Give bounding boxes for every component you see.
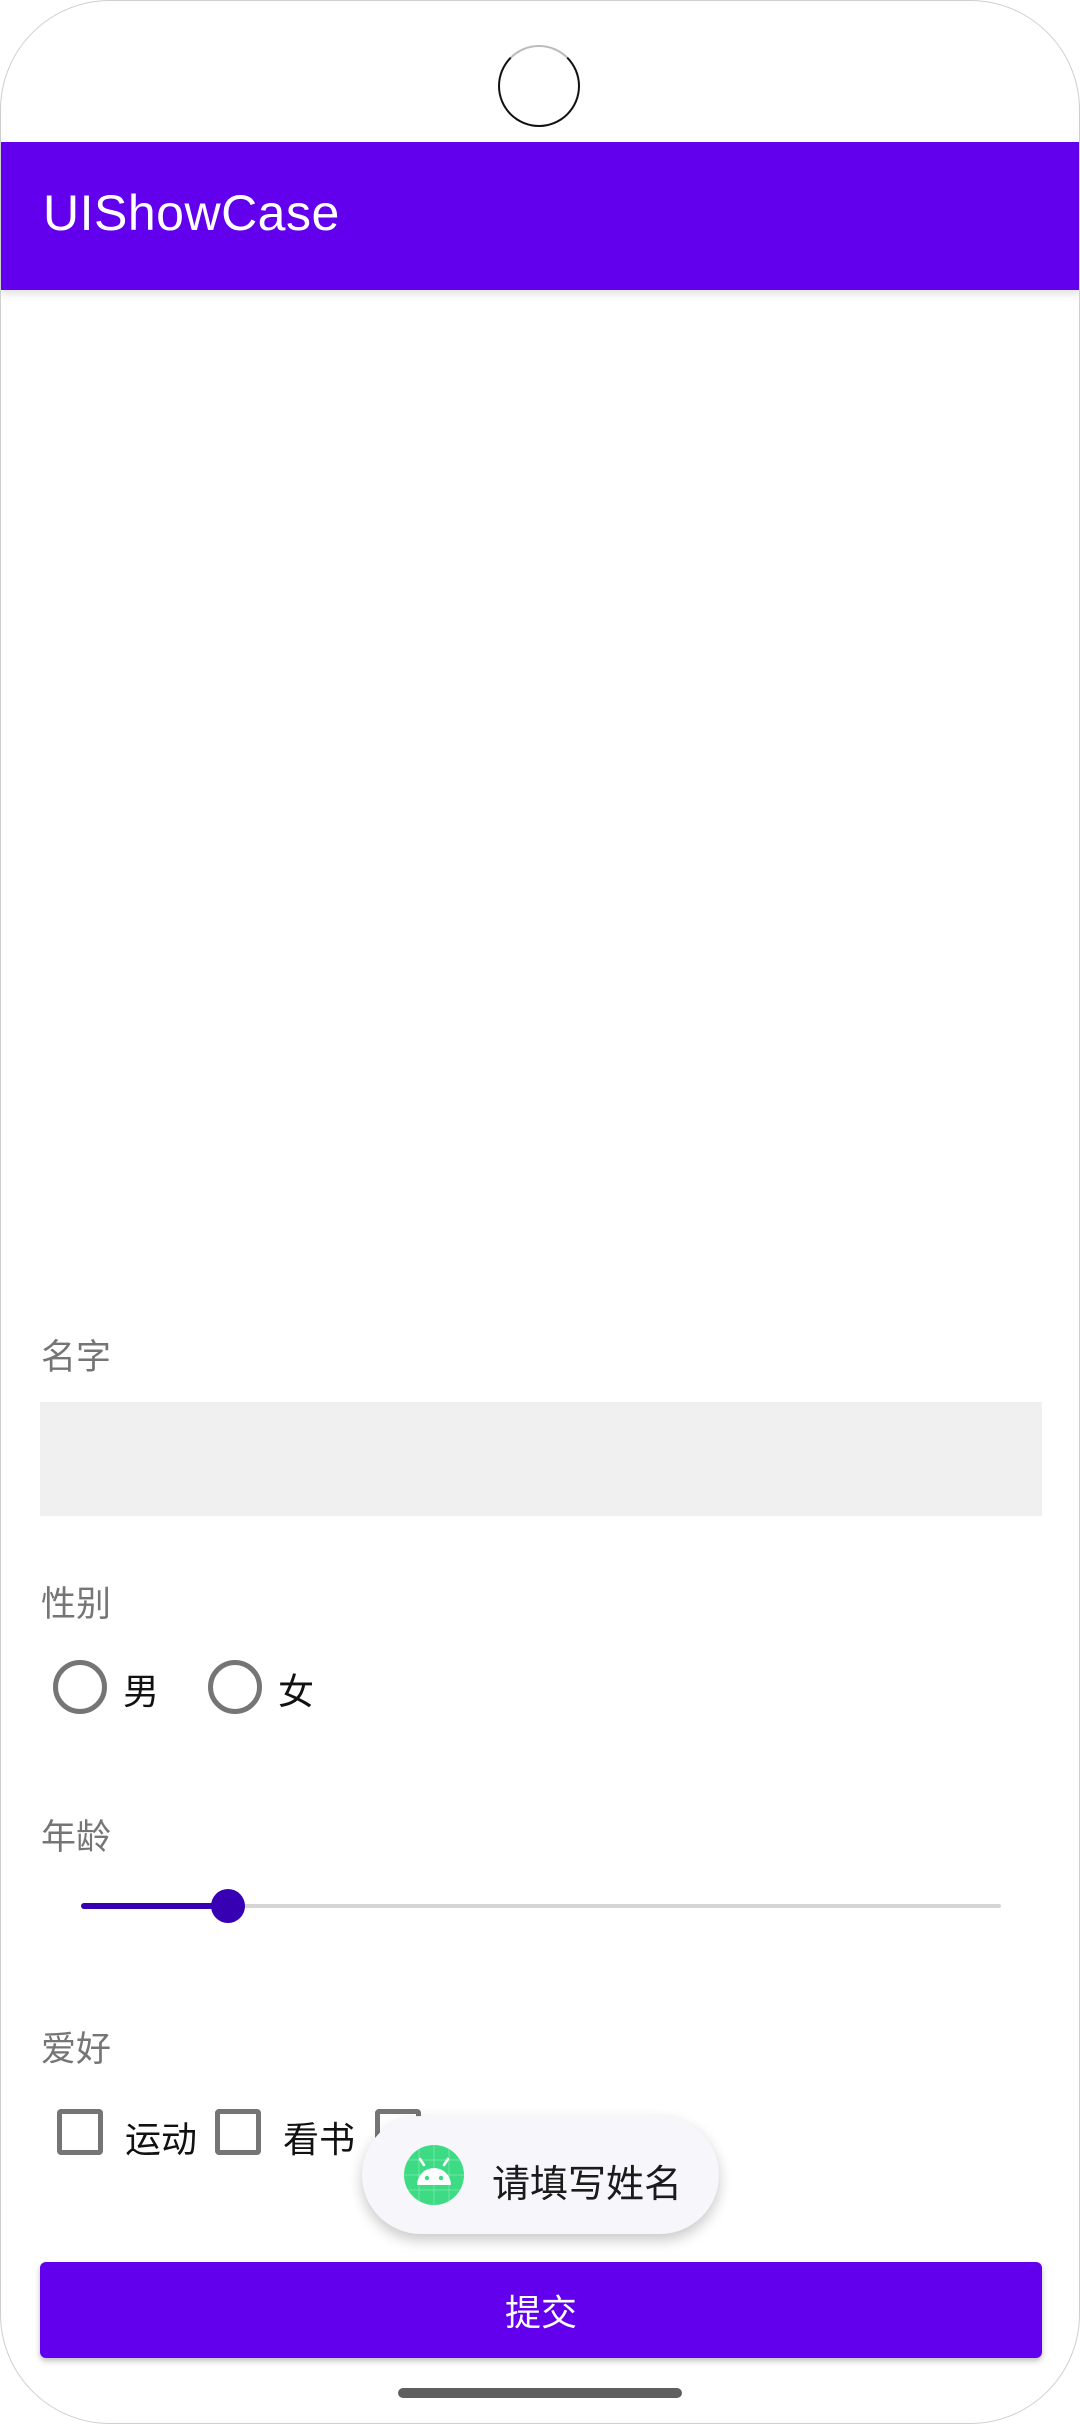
radio-circle-icon bbox=[53, 1660, 107, 1714]
name-label: 名字 bbox=[41, 1338, 112, 1378]
submit-button[interactable]: 提交 bbox=[40, 2262, 1042, 2358]
phone-frame: UIShowCase 名字 性别 男 女 年龄 爱好 运动 看书 请填写姓名 提… bbox=[0, 0, 1080, 2424]
app-bar: UIShowCase bbox=[1, 142, 1079, 290]
toast: 请填写姓名 bbox=[362, 2116, 719, 2234]
checkbox-box-icon bbox=[57, 2109, 103, 2155]
slider-thumb[interactable] bbox=[211, 1889, 246, 1923]
gender-label: 性别 bbox=[41, 1585, 112, 1625]
android-icon bbox=[404, 2145, 464, 2205]
radio-female-label: 女 bbox=[278, 1672, 315, 1713]
radio-male-label: 男 bbox=[123, 1672, 160, 1713]
checkbox-box-icon bbox=[215, 2109, 261, 2155]
hobby-label: 爱好 bbox=[41, 2030, 112, 2070]
name-input[interactable] bbox=[40, 1402, 1042, 1516]
checkbox-sports-label: 运动 bbox=[125, 2120, 198, 2161]
gesture-nav-handle[interactable] bbox=[398, 2388, 682, 2398]
toast-message: 请填写姓名 bbox=[492, 2162, 683, 2206]
checkbox-reading-label: 看书 bbox=[283, 2120, 356, 2161]
app-title: UIShowCase bbox=[43, 185, 340, 241]
age-label: 年龄 bbox=[41, 1818, 112, 1858]
slider-active-track bbox=[81, 1903, 229, 1909]
camera-cutout bbox=[498, 45, 580, 127]
age-slider[interactable] bbox=[81, 1886, 1001, 1926]
radio-circle-icon bbox=[208, 1660, 262, 1714]
